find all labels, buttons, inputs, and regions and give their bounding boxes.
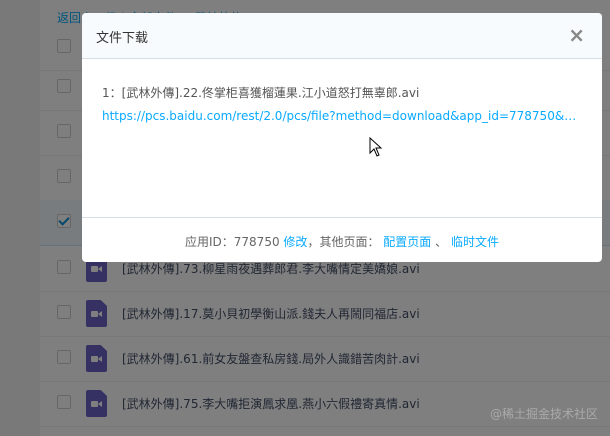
mouse-cursor-icon — [369, 137, 383, 157]
watermark: @稀土掘金技术社区 — [489, 407, 598, 421]
other-pages-label: ，其他页面： — [307, 235, 380, 249]
modify-link[interactable]: 修改 — [283, 235, 307, 249]
dialog-footer: 应用ID：778750 修改，其他页面： 配置页面 、 临时文件 — [82, 218, 602, 250]
config-page-link[interactable]: 配置页面 — [383, 235, 431, 249]
close-icon[interactable]: × — [568, 23, 585, 47]
download-link[interactable]: https://pcs.baidu.com/rest/2.0/pcs/file?… — [102, 109, 582, 123]
download-dialog: 文件下载 × 1：[武林外傳].22.佟掌柜喜獲榴蓮果.江小道怒打無辜郎.avi… — [82, 13, 602, 262]
dialog-body: 1：[武林外傳].22.佟掌柜喜獲榴蓮果.江小道怒打無辜郎.avi https:… — [82, 59, 602, 218]
dialog-header: 文件下载 × — [82, 13, 602, 59]
separator: 、 — [435, 235, 448, 249]
file-name: 1：[武林外傳].22.佟掌柜喜獲榴蓮果.江小道怒打無辜郎.avi — [102, 86, 420, 100]
app-id-label: 应用ID：778750 — [185, 235, 280, 249]
dialog-title: 文件下载 — [96, 31, 149, 46]
temp-files-link[interactable]: 临时文件 — [451, 235, 499, 249]
